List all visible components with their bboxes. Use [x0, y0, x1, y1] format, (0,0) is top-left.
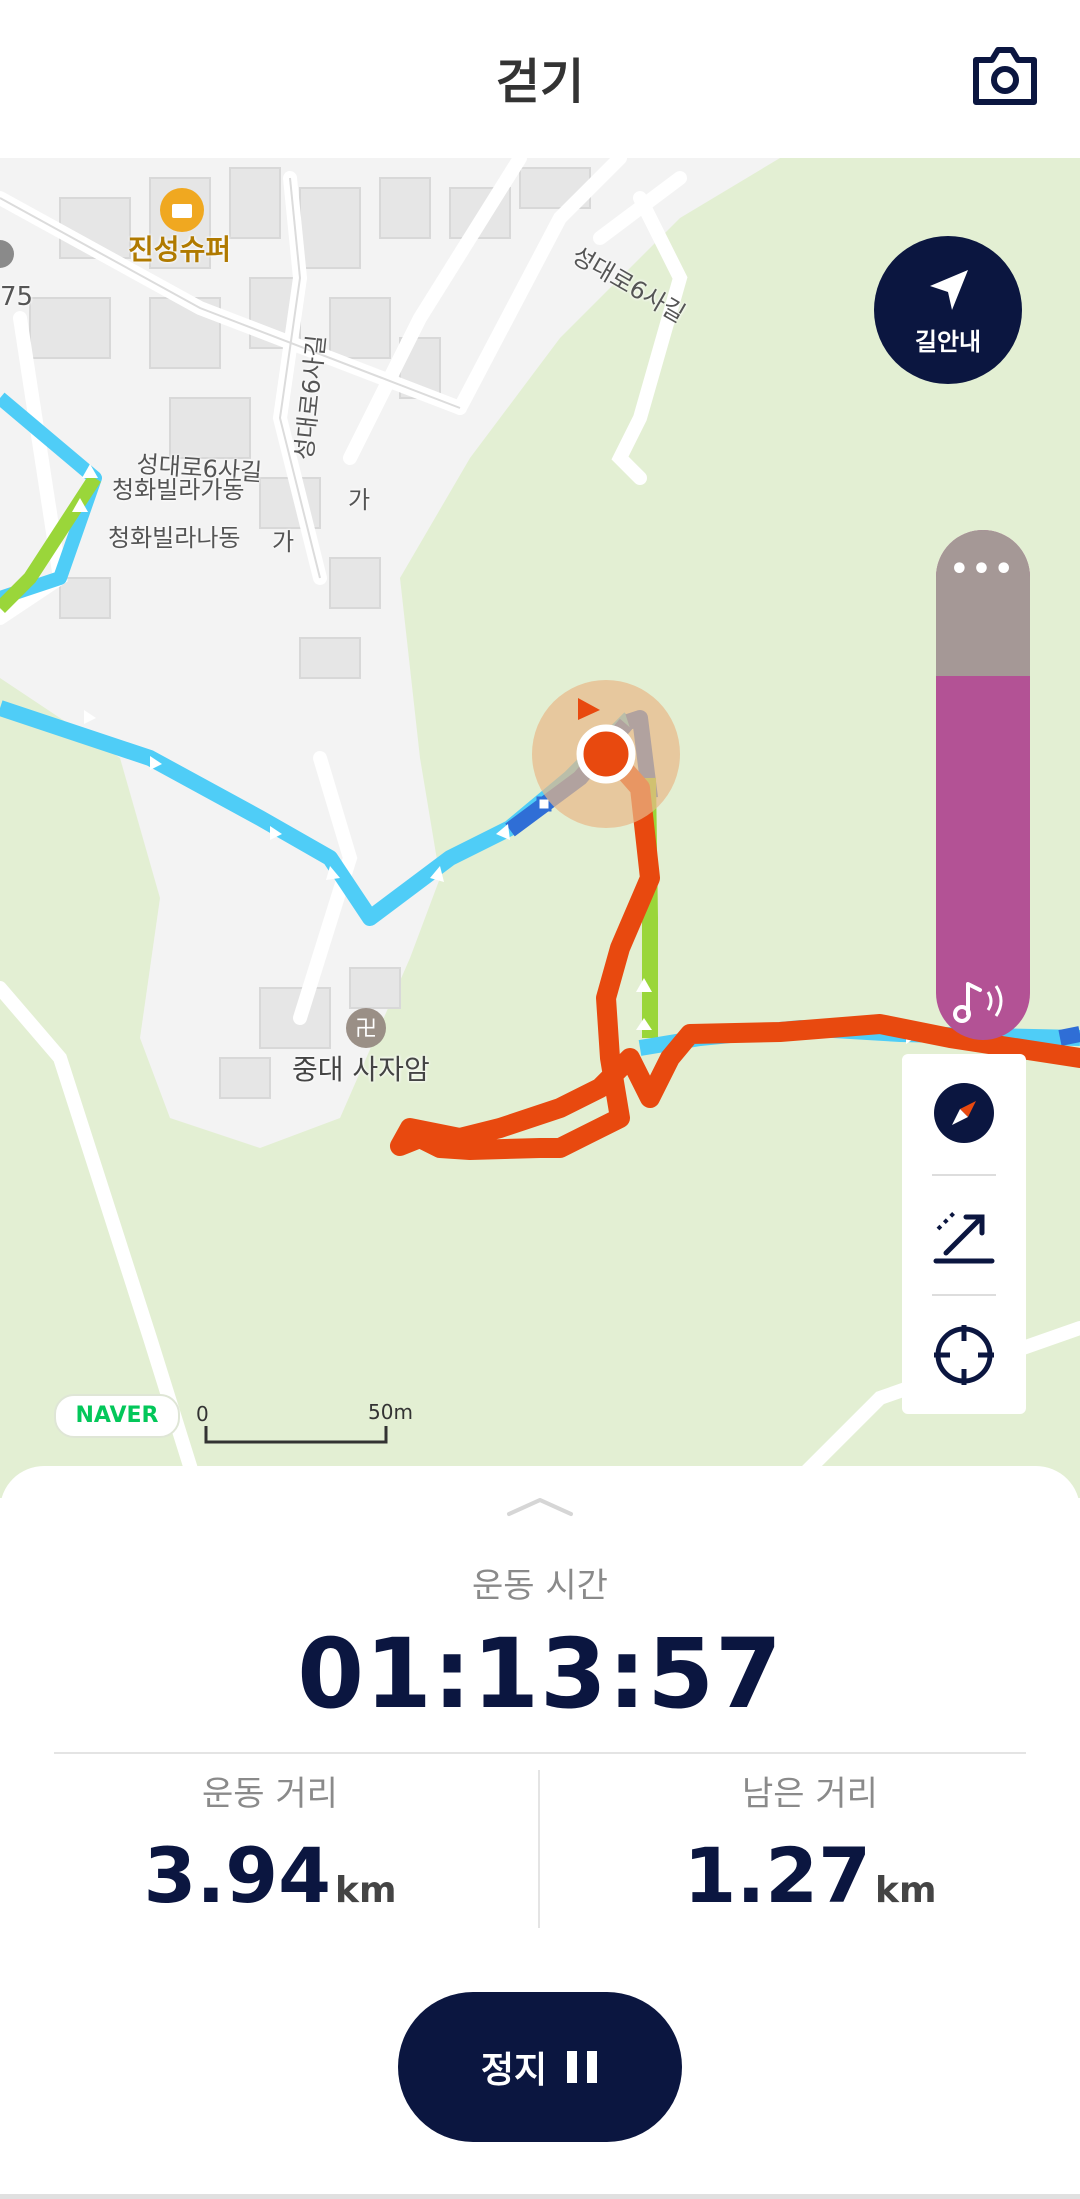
stop-button-label: 정지	[480, 2050, 548, 2091]
camera-icon[interactable]	[970, 46, 1040, 106]
map-label-villa-ga: 청화빌라가동	[112, 476, 245, 504]
locate-icon[interactable]	[902, 1296, 1026, 1414]
stop-button[interactable]: 정지	[398, 1992, 682, 2142]
naver-logo: NAVER	[54, 1394, 180, 1438]
map-tools	[902, 1054, 1026, 1414]
map-view[interactable]: 卍 진성슈퍼 75 성대로6사길 성대로6사길 성대로6사길 청화빌라가동 청화…	[0, 158, 1080, 1498]
remaining-unit: km	[875, 1870, 937, 1911]
map-label-store: 진성슈퍼	[128, 233, 232, 266]
audio-guide-icon[interactable]	[950, 976, 1016, 1026]
map-label-villa-na: 청화빌라나동	[108, 524, 241, 552]
navigation-arrow-icon	[930, 270, 968, 310]
time-value: 01:13:57	[297, 1618, 783, 1730]
scale-fifty: 50m	[368, 1400, 413, 1424]
time-label: 운동 시간	[472, 1566, 608, 1606]
slider-top: •••	[936, 530, 1030, 676]
remaining-value: 1.27	[683, 1831, 872, 1920]
remaining-value-row: 1.27 km	[540, 1831, 1080, 1920]
app-header: 걷기	[0, 0, 1080, 158]
guide-button[interactable]: 길안내	[874, 236, 1022, 384]
distance-unit: km	[335, 1870, 397, 1911]
scale-zero: 0	[196, 1402, 209, 1426]
map-label-temple: 중대 사자암	[292, 1053, 430, 1086]
remaining-stat: 남은 거리 1.27 km	[540, 1766, 1080, 1920]
volume-slider[interactable]: •••	[936, 530, 1030, 1040]
map-label-ga-2: 가	[272, 528, 295, 556]
page-title: 걷기	[495, 54, 585, 110]
pause-icon	[567, 2051, 598, 2083]
distance-stat: 운동 거리 3.94 km	[0, 1766, 540, 1920]
map-label-number: 75	[0, 282, 34, 312]
distance-label: 운동 거리	[202, 1774, 338, 1814]
distance-value-row: 3.94 km	[0, 1831, 540, 1920]
distance-value: 3.94	[143, 1831, 332, 1920]
workout-sheet: 운동 시간 01:13:57 운동 거리 3.94 km 남은 거리 1.27 km…	[0, 1466, 1080, 2199]
map-label-ga-1: 가	[348, 486, 371, 514]
chevron-up-icon[interactable]	[505, 1494, 575, 1518]
remaining-label: 남은 거리	[742, 1774, 878, 1814]
guide-button-label: 길안내	[914, 328, 982, 356]
more-icon[interactable]: •••	[936, 552, 1030, 587]
elevation-icon[interactable]	[902, 1176, 1026, 1294]
bottom-bar	[0, 2194, 1080, 2199]
svg-text:卍: 卍	[355, 1017, 377, 1042]
stats-divider	[54, 1752, 1026, 1754]
compass-icon[interactable]	[902, 1054, 1026, 1172]
